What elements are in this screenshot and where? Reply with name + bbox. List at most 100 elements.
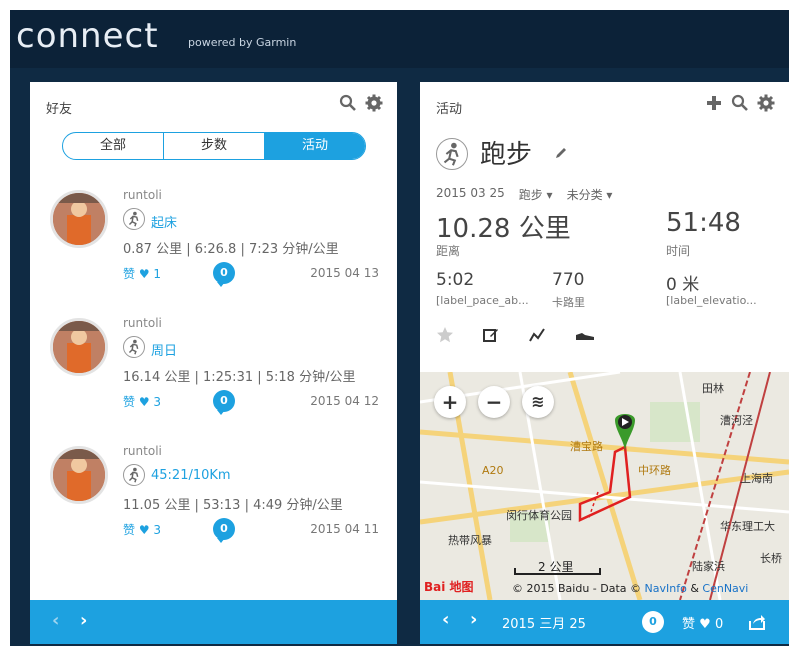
avatar[interactable] [50,446,108,504]
heart-icon: ♥ [695,617,715,632]
avatar[interactable] [50,318,108,376]
map-label: 漕宝路 [570,440,603,453]
user-name[interactable]: runtoli [123,444,162,458]
tab-activities[interactable]: 活动 [265,133,365,159]
chart-line-icon[interactable] [528,326,546,344]
comment-count-bubble[interactable]: 0 [213,390,235,415]
attribution-text: © 2015 Baidu - Data © [512,582,642,595]
comment-count-bubble[interactable]: 0 [213,262,235,287]
zoom-out-button[interactable]: − [478,386,510,418]
activity-date: 2015 04 11 [310,522,379,536]
running-icon [123,208,145,230]
share-icon[interactable] [748,613,766,631]
map-scale-label: 2 公里 [538,560,574,574]
map-label: 长桥 [760,552,782,565]
running-icon [123,336,145,358]
map-label: 上海南 [740,472,773,485]
activity-link[interactable]: 起床 [151,212,177,231]
elevation-value: 0 米 [666,275,700,295]
distance-label: 距离 [436,244,461,258]
heart-icon: ♥ [135,267,154,281]
chevron-left-icon[interactable]: ‹ [442,609,449,630]
running-icon [123,464,145,486]
panel-footer: ‹ › [30,600,397,644]
activity-date: 2015 03 25 [436,186,505,200]
zoom-in-button[interactable]: + [434,386,466,418]
map-label: 华东理工大 [720,520,775,533]
chevron-right-icon[interactable]: › [470,609,477,630]
activity-link[interactable]: 45:21/10Km [151,468,231,483]
tab-steps[interactable]: 步数 [164,133,265,159]
route-map[interactable]: + − ≋ 田林 漕河泾 上海南 华东理工大 长桥 陆家浜 闵行体育公园 热带风… [420,372,789,600]
like-button[interactable]: 赞 ♥ 1 [123,265,161,282]
activity-type-value: 跑步 [518,188,543,202]
tab-all[interactable]: 全部 [63,133,164,159]
list-item: runtoli 周日 16.14 公里 | 1:25:31 | 5:18 分钟/… [30,310,397,438]
cennavi-link[interactable]: CenNavi [702,582,748,595]
comment-count-bubble[interactable]: 0 [642,611,664,633]
calories-value: 770 [552,270,585,290]
connect-logo[interactable]: connect [16,16,159,56]
comment-count-bubble[interactable]: 0 [213,518,235,543]
activity-title[interactable]: 跑步 [480,134,532,171]
like-label: 赞 [123,395,136,409]
like-button[interactable]: 赞 ♥ 0 [682,613,723,632]
running-icon [436,138,468,170]
category-value: 未分类 [566,188,603,202]
search-icon[interactable] [339,94,357,112]
category-dropdown[interactable]: 未分类 ▾ [567,186,613,203]
activity-meta: 2015 03 25 跑步 ▾ 未分类 ▾ [436,186,612,203]
activity-stats: 0.87 公里 | 6:26.8 | 7:23 分钟/公里 [123,242,339,257]
map-label: 漕河泾 [720,414,753,427]
panel-header-icons [705,94,775,112]
like-label: 赞 [123,523,136,537]
shoe-icon[interactable] [574,326,596,344]
activity-type-dropdown[interactable]: 跑步 ▾ [519,186,553,203]
activity-toolbar [436,326,596,344]
user-name[interactable]: runtoli [123,316,162,330]
star-icon[interactable] [436,326,454,344]
footer-date: 2015 三月 25 [502,617,586,632]
chevron-right-icon[interactable]: › [80,610,87,631]
like-button[interactable]: 赞 ♥ 3 [123,521,161,538]
filter-tabs: 全部 步数 活动 [62,132,366,160]
user-name[interactable]: runtoli [123,188,162,202]
heart-icon: ♥ [135,395,154,409]
activity-stats: 16.14 公里 | 1:25:31 | 5:18 分钟/公里 [123,370,356,385]
edit-note-icon[interactable] [482,326,500,344]
activity-date: 2015 04 12 [310,394,379,408]
navinfo-link[interactable]: NavInfo [645,582,687,595]
activity-link[interactable]: 周日 [151,340,177,359]
map-label: 闵行体育公园 [506,509,572,522]
panel-header-icons [339,94,383,112]
search-icon[interactable] [731,94,749,112]
pencil-icon[interactable] [554,146,568,160]
layers-icon[interactable]: ≋ [522,386,554,418]
distance-value: 10.28 公里 [436,214,571,244]
top-bar: connect powered by Garmin [10,10,789,68]
like-count: 3 [153,523,162,537]
gear-icon[interactable] [757,94,775,112]
activity-date: 2015 04 13 [310,266,379,280]
gear-icon[interactable] [365,94,383,112]
heart-icon: ♥ [135,523,154,537]
like-count: 0 [714,617,724,632]
map-label: 中环路 [638,464,671,477]
like-count: 1 [153,267,162,281]
app-window: connect powered by Garmin 好友 全部 步数 活动 ru… [10,10,789,646]
like-label: 赞 [123,267,136,281]
activity-feed: runtoli 起床 0.87 公里 | 6:26.8 | 7:23 分钟/公里… [30,182,397,566]
like-label: 赞 [682,617,696,632]
pace-value: 5:02 [436,270,475,290]
calories-label: 卡路里 [552,296,585,309]
like-button[interactable]: 赞 ♥ 3 [123,393,161,410]
map-label: 陆家浜 [692,560,725,573]
panel-title: 活动 [436,102,463,117]
activity-stats: 11.05 公里 | 53:13 | 4:49 分钟/公里 [123,498,343,513]
plus-icon[interactable] [705,94,723,112]
avatar[interactable] [50,190,108,248]
map-canvas[interactable] [420,372,789,600]
activity-panel: 活动 跑步 2015 03 25 跑步 ▾ 未分类 ▾ 10.28 公里 距离 … [420,82,789,644]
chevron-left-icon[interactable]: ‹ [52,610,59,631]
list-item: runtoli 45:21/10Km 11.05 公里 | 53:13 | 4:… [30,438,397,566]
